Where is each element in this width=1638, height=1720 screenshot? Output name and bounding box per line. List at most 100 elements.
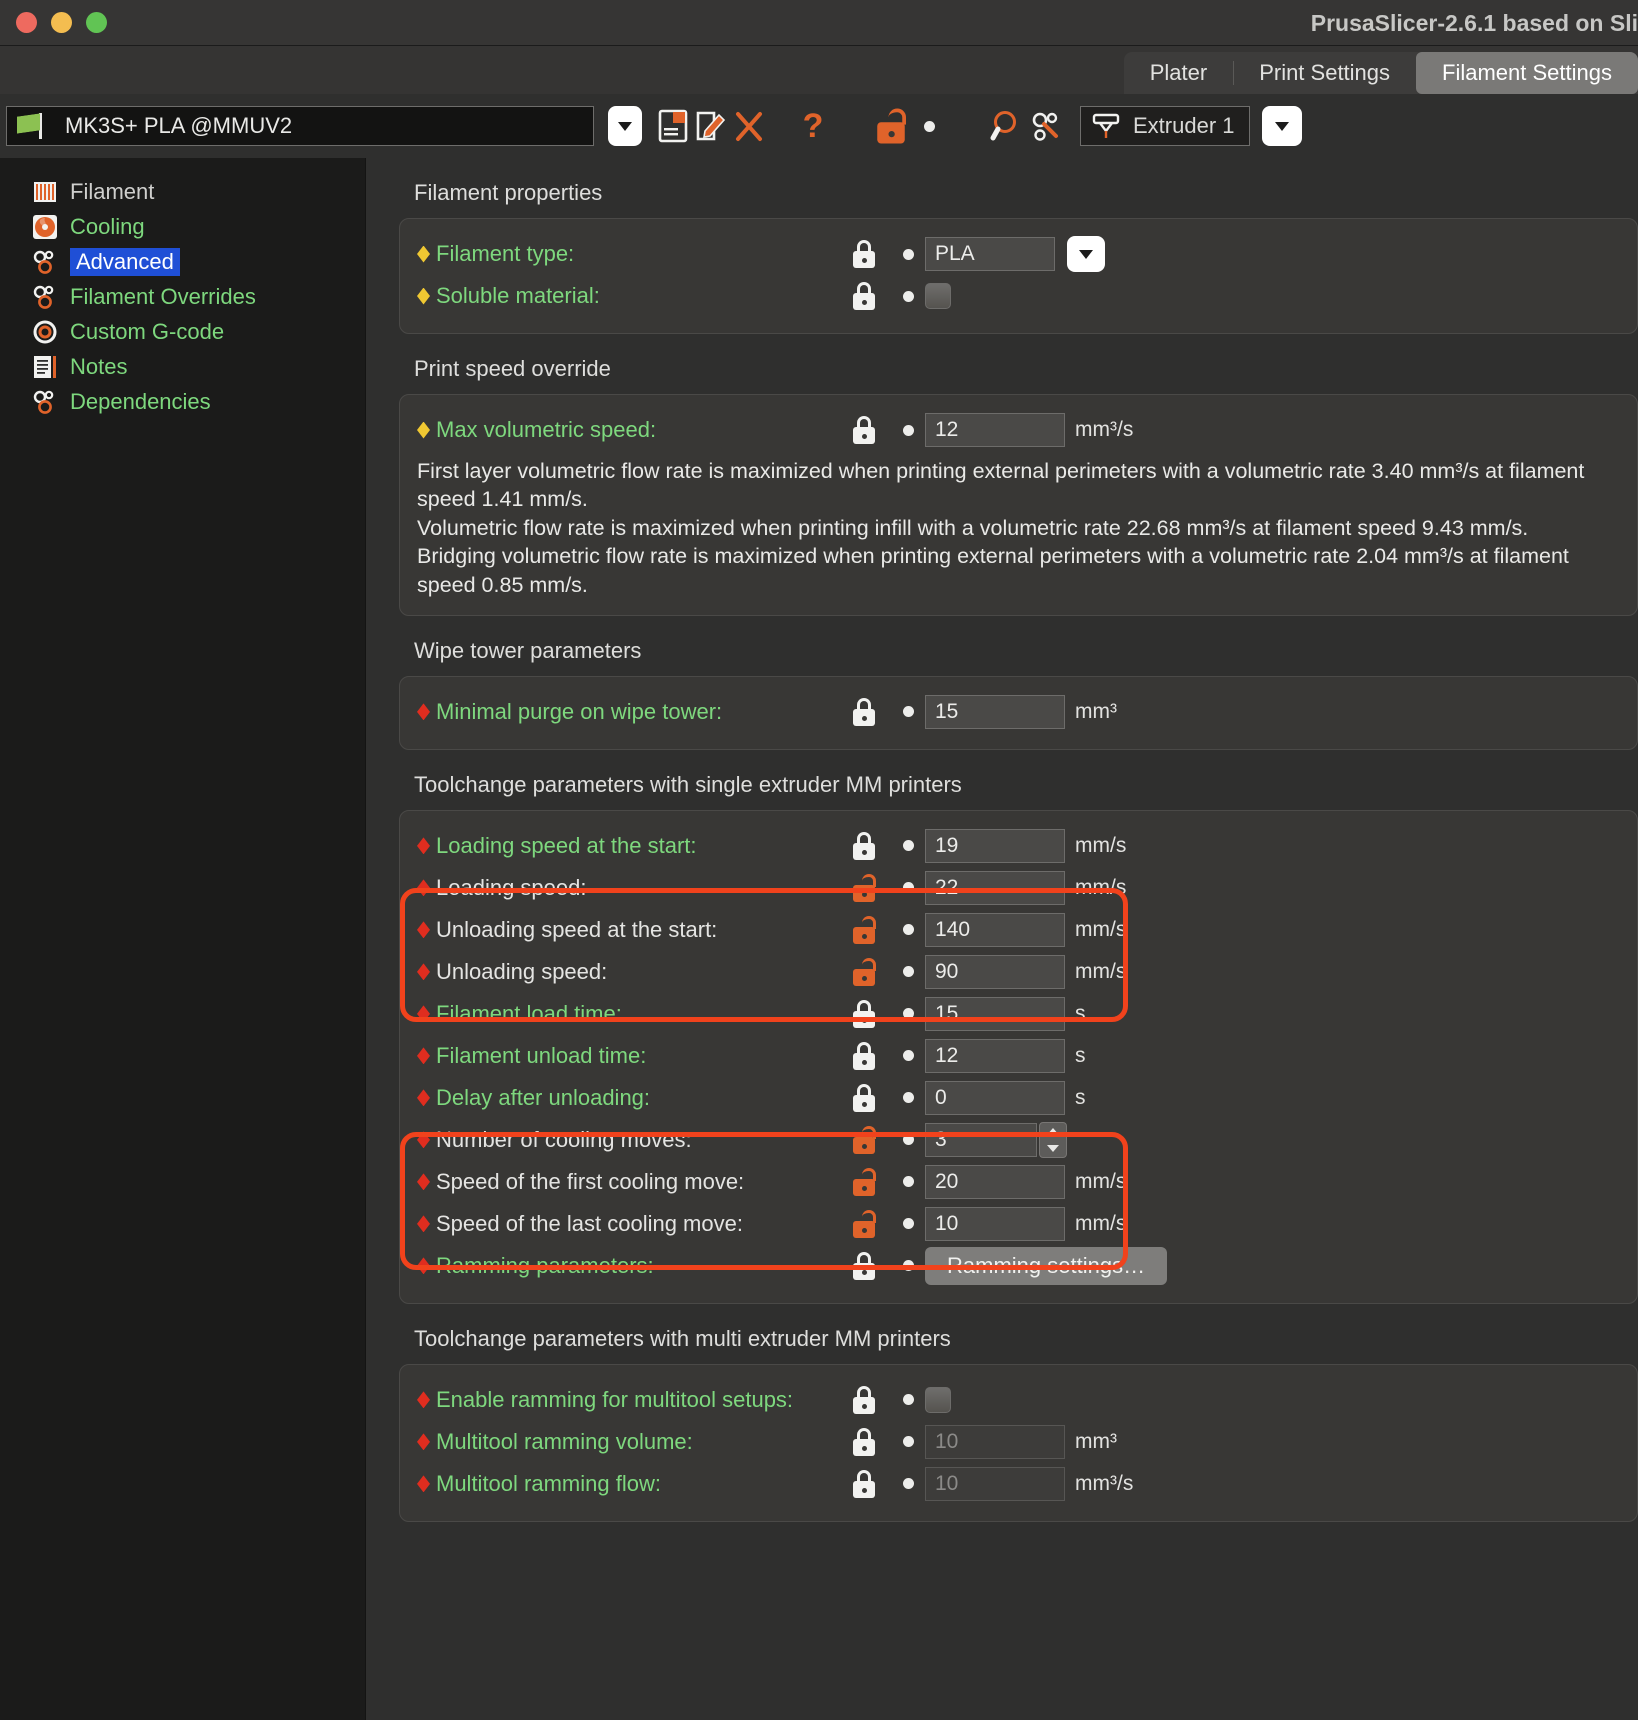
revert-dot-button[interactable] <box>891 882 925 893</box>
lock-toggle[interactable] <box>837 832 891 860</box>
speed-first-cooling-move-input[interactable]: 20 <box>925 1165 1065 1199</box>
sidebar-item-custom-gcode[interactable]: Custom G-code <box>18 314 365 349</box>
sidebar-item-notes[interactable]: Notes <box>18 349 365 384</box>
ramming-settings-button[interactable]: Ramming settings… <box>925 1247 1167 1285</box>
unlocked-padlock-icon <box>853 874 875 902</box>
panel-toolchange-single: Loading speed at the start: 19 mm/s Load… <box>399 810 1638 1304</box>
modified-dot-indicator[interactable] <box>910 106 948 146</box>
speed-last-cooling-move-input[interactable]: 10 <box>925 1207 1065 1241</box>
preset-dropdown-button[interactable] <box>608 106 642 146</box>
max-volumetric-speed-input[interactable]: 12 <box>925 413 1065 447</box>
row-label: Filament type: <box>436 241 574 267</box>
revert-dot-button[interactable] <box>891 1134 925 1145</box>
lock-toggle[interactable] <box>837 874 891 902</box>
loading-speed-at-start-input[interactable]: 19 <box>925 829 1065 863</box>
lock-toggle[interactable] <box>837 916 891 944</box>
unlocked-padlock-icon <box>853 958 875 986</box>
window-traffic-lights[interactable] <box>0 12 107 33</box>
revert-dot-button[interactable] <box>891 1436 925 1447</box>
sidebar-item-filament-overrides[interactable]: Filament Overrides <box>18 279 365 314</box>
rename-preset-button[interactable] <box>692 106 730 146</box>
panel-toolchange-multi: Enable ramming for multitool setups: Mul… <box>399 1364 1638 1522</box>
tab-print-settings[interactable]: Print Settings <box>1233 52 1416 94</box>
compare-presets-button[interactable] <box>1026 106 1064 146</box>
soluble-material-checkbox[interactable] <box>925 283 951 309</box>
unloading-speed-at-start-input[interactable]: 140 <box>925 913 1065 947</box>
number-of-cooling-moves-input[interactable]: 3 <box>925 1123 1037 1157</box>
stepper-up-icon[interactable] <box>1040 1123 1066 1140</box>
number-of-cooling-moves-stepper[interactable] <box>1039 1122 1067 1158</box>
sidebar-item-advanced[interactable]: Advanced <box>18 244 365 279</box>
minimal-purge-input[interactable]: 15 <box>925 695 1065 729</box>
revert-dot-button[interactable] <box>891 1092 925 1103</box>
lock-toggle[interactable] <box>837 1210 891 1238</box>
lock-toggle[interactable] <box>837 1042 891 1070</box>
save-preset-button[interactable] <box>654 106 692 146</box>
revert-dot-button[interactable] <box>891 1218 925 1229</box>
row-label: Soluble material: <box>436 283 600 309</box>
preset-combobox[interactable]: MK3S+ PLA @MMUV2 <box>6 106 594 146</box>
locked-padlock-icon <box>853 1428 875 1456</box>
sidebar-item-label: Notes <box>70 354 127 380</box>
revert-dot-button[interactable] <box>891 840 925 851</box>
unloading-speed-input[interactable]: 90 <box>925 955 1065 989</box>
multitool-ramming-volume-input[interactable]: 10 <box>925 1425 1065 1459</box>
multitool-ramming-flow-input[interactable]: 10 <box>925 1467 1065 1501</box>
zoom-window-button[interactable] <box>86 12 107 33</box>
revert-dot-button[interactable] <box>891 1478 925 1489</box>
stepper-down-icon[interactable] <box>1040 1140 1066 1157</box>
tab-filament-settings[interactable]: Filament Settings <box>1416 52 1638 94</box>
lock-toggle[interactable] <box>837 1470 891 1498</box>
row-speed-last-cooling-move: Speed of the last cooling move: 10 mm/s <box>400 1203 1637 1245</box>
revert-dot-button[interactable] <box>891 924 925 935</box>
lock-toggle[interactable] <box>837 416 891 444</box>
lock-toggle[interactable] <box>837 1168 891 1196</box>
close-window-button[interactable] <box>16 12 37 33</box>
lock-toggle[interactable] <box>837 1084 891 1112</box>
help-button[interactable]: ? <box>794 106 832 146</box>
revert-dot-button[interactable] <box>891 1050 925 1061</box>
window-title: PrusaSlicer-2.6.1 based on Sli <box>1311 0 1638 46</box>
filament-load-time-input[interactable]: 15 <box>925 997 1065 1031</box>
minimize-window-button[interactable] <box>51 12 72 33</box>
lock-toggle[interactable] <box>837 1252 891 1280</box>
sidebar-item-label: Filament Overrides <box>70 284 256 310</box>
filament-unload-time-input[interactable]: 12 <box>925 1039 1065 1073</box>
unit-label: s <box>1075 1044 1086 1068</box>
filament-type-dropdown-button[interactable] <box>1067 236 1105 272</box>
sidebar-item-dependencies[interactable]: Dependencies <box>18 384 365 419</box>
revert-dot-button[interactable] <box>891 425 925 436</box>
modified-dot-icon <box>903 1092 914 1103</box>
search-button[interactable] <box>988 106 1026 146</box>
lock-all-button[interactable] <box>872 106 910 146</box>
lock-toggle[interactable] <box>837 958 891 986</box>
revert-dot-button[interactable] <box>891 291 925 302</box>
expert-value-diamond-icon <box>417 1089 430 1106</box>
lock-toggle[interactable] <box>837 240 891 268</box>
filament-type-value[interactable]: PLA <box>925 237 1055 271</box>
lock-toggle[interactable] <box>837 282 891 310</box>
lock-toggle[interactable] <box>837 1428 891 1456</box>
delete-preset-button[interactable] <box>730 106 768 146</box>
revert-dot-button[interactable] <box>891 706 925 717</box>
revert-dot-button[interactable] <box>891 1008 925 1019</box>
revert-dot-button[interactable] <box>891 966 925 977</box>
lock-toggle[interactable] <box>837 1126 891 1154</box>
revert-dot-button[interactable] <box>891 249 925 260</box>
lock-toggle[interactable] <box>837 1000 891 1028</box>
delay-after-unloading-input[interactable]: 0 <box>925 1081 1065 1115</box>
extruder-dropdown-button[interactable] <box>1262 106 1302 146</box>
row-label: Max volumetric speed: <box>436 417 656 443</box>
enable-ramming-multitool-checkbox[interactable] <box>925 1387 951 1413</box>
revert-dot-button[interactable] <box>891 1260 925 1271</box>
tab-plater[interactable]: Plater <box>1124 52 1233 94</box>
lock-toggle[interactable] <box>837 698 891 726</box>
lock-toggle[interactable] <box>837 1386 891 1414</box>
locked-padlock-icon <box>853 1084 875 1112</box>
revert-dot-button[interactable] <box>891 1394 925 1405</box>
sidebar-item-cooling[interactable]: Cooling <box>18 209 365 244</box>
extruder-selector[interactable]: Extruder 1 <box>1080 106 1250 146</box>
revert-dot-button[interactable] <box>891 1176 925 1187</box>
loading-speed-input[interactable]: 22 <box>925 871 1065 905</box>
sidebar-item-filament[interactable]: Filament <box>18 174 365 209</box>
